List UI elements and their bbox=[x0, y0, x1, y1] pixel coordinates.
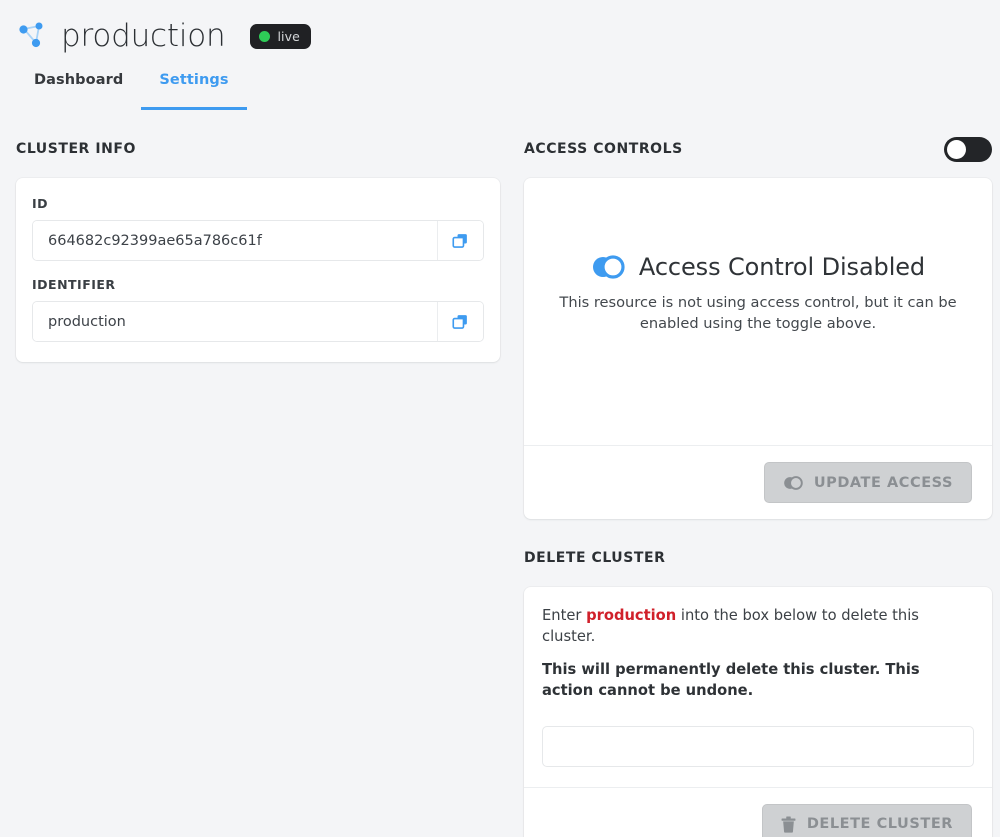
overlapping-circles-icon bbox=[783, 475, 803, 490]
tab-settings[interactable]: Settings bbox=[141, 72, 247, 110]
identifier-field-row bbox=[32, 301, 484, 342]
delete-cluster-section: DELETE CLUSTER Enter production into the… bbox=[524, 545, 992, 837]
access-empty-title-row: Access Control Disabled bbox=[591, 253, 925, 281]
status-dot-icon bbox=[259, 30, 271, 42]
id-input[interactable] bbox=[33, 221, 437, 260]
delete-instruction-prefix: Enter bbox=[542, 607, 587, 624]
delete-instruction: Enter production into the box below to d… bbox=[542, 606, 974, 647]
access-empty-state: Access Control Disabled This resource is… bbox=[524, 142, 992, 445]
tab-bar: Dashboard Settings bbox=[0, 72, 1000, 110]
copy-icon bbox=[452, 315, 467, 329]
access-control-toggle[interactable] bbox=[944, 136, 992, 162]
cluster-info-header: CLUSTER INFO bbox=[16, 136, 500, 162]
settings-content: CLUSTER INFO ID IDENTIFIER bbox=[0, 110, 1000, 837]
id-field-label: ID bbox=[32, 196, 49, 211]
delete-confirm-input[interactable] bbox=[542, 725, 974, 767]
delete-cluster-header: DELETE CLUSTER bbox=[524, 545, 992, 571]
update-access-label: UPDATE ACCESS bbox=[813, 474, 953, 491]
status-badge: live bbox=[250, 23, 311, 49]
copy-icon bbox=[452, 234, 467, 248]
status-badge-label: live bbox=[277, 28, 300, 44]
tab-dashboard[interactable]: Dashboard bbox=[16, 72, 141, 110]
toggle-knob bbox=[947, 139, 966, 159]
delete-cluster-title: DELETE CLUSTER bbox=[524, 550, 666, 566]
network-graph-icon bbox=[19, 22, 43, 48]
copy-id-button[interactable] bbox=[437, 221, 483, 260]
cluster-info-section: CLUSTER INFO ID IDENTIFIER bbox=[16, 136, 500, 362]
delete-cluster-button[interactable]: DELETE CLUSTER bbox=[761, 803, 972, 837]
access-card-footer: UPDATE ACCESS bbox=[524, 445, 992, 519]
delete-instruction-target: production bbox=[586, 607, 677, 624]
access-controls-section: ACCESS CONTROLS Access Control Disabled … bbox=[524, 136, 992, 519]
delete-cluster-card: Enter production into the box below to d… bbox=[524, 587, 992, 837]
cluster-info-card: ID IDENTIFIER bbox=[16, 178, 500, 362]
overlapping-circles-icon bbox=[592, 255, 625, 279]
right-column: ACCESS CONTROLS Access Control Disabled … bbox=[524, 136, 992, 837]
delete-warning: This will permanently delete this cluste… bbox=[542, 661, 920, 700]
identifier-field-label: IDENTIFIER bbox=[32, 277, 116, 292]
access-empty-description: This resource is not using access contro… bbox=[559, 293, 957, 332]
cluster-info-title: CLUSTER INFO bbox=[16, 141, 136, 157]
trash-icon bbox=[781, 816, 796, 833]
page-title: production bbox=[61, 17, 226, 54]
delete-cluster-body: Enter production into the box below to d… bbox=[524, 587, 992, 787]
delete-card-footer: DELETE CLUSTER bbox=[524, 786, 992, 837]
access-empty-title: Access Control Disabled bbox=[638, 252, 926, 281]
page-header: production live bbox=[0, 0, 1000, 58]
identifier-input[interactable] bbox=[33, 302, 437, 341]
access-controls-card: Access Control Disabled This resource is… bbox=[524, 178, 992, 519]
update-access-button[interactable]: UPDATE ACCESS bbox=[763, 462, 972, 503]
id-field-row bbox=[32, 220, 484, 261]
delete-cluster-label: DELETE CLUSTER bbox=[806, 816, 953, 833]
copy-identifier-button[interactable] bbox=[437, 302, 483, 341]
